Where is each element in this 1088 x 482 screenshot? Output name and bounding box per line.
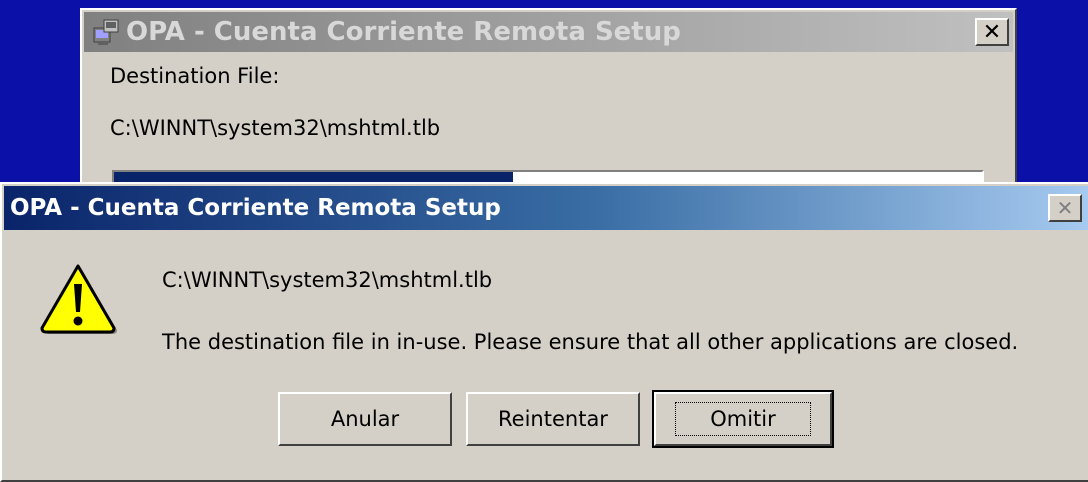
- installer-close-button[interactable]: ✕: [975, 18, 1009, 46]
- abort-button[interactable]: Anular: [278, 392, 452, 446]
- close-icon: ✕: [1056, 196, 1074, 220]
- installer-title-bar[interactable]: OPA - Cuenta Corriente Remota Setup: [84, 12, 1013, 52]
- destination-file-path: C:\WINNT\system32\mshtml.tlb: [110, 116, 441, 140]
- ignore-button-label: Omitir: [675, 402, 811, 436]
- error-dialog: OPA - Cuenta Corriente Remota Setup ✕ C:…: [0, 182, 1088, 482]
- dialog-file-path: C:\WINNT\system32\mshtml.tlb: [162, 268, 493, 292]
- destination-file-label: Destination File:: [110, 64, 280, 88]
- ignore-button[interactable]: Omitir: [652, 390, 834, 448]
- retry-button[interactable]: Reintentar: [466, 392, 640, 446]
- abort-button-label: Anular: [330, 407, 400, 431]
- close-icon: ✕: [982, 19, 1002, 45]
- installer-title: OPA - Cuenta Corriente Remota Setup: [126, 17, 681, 47]
- retry-button-label: Reintentar: [498, 407, 608, 431]
- setup-app-icon: [92, 18, 122, 46]
- dialog-close-button[interactable]: ✕: [1048, 194, 1082, 222]
- dialog-title: OPA - Cuenta Corriente Remota Setup: [10, 195, 501, 221]
- warning-icon: [38, 262, 118, 334]
- dialog-message: The destination file in in-use. Please e…: [162, 330, 1019, 354]
- dialog-title-bar[interactable]: OPA - Cuenta Corriente Remota Setup: [4, 186, 1088, 230]
- installer-window: OPA - Cuenta Corriente Remota Setup ✕ De…: [80, 8, 1017, 208]
